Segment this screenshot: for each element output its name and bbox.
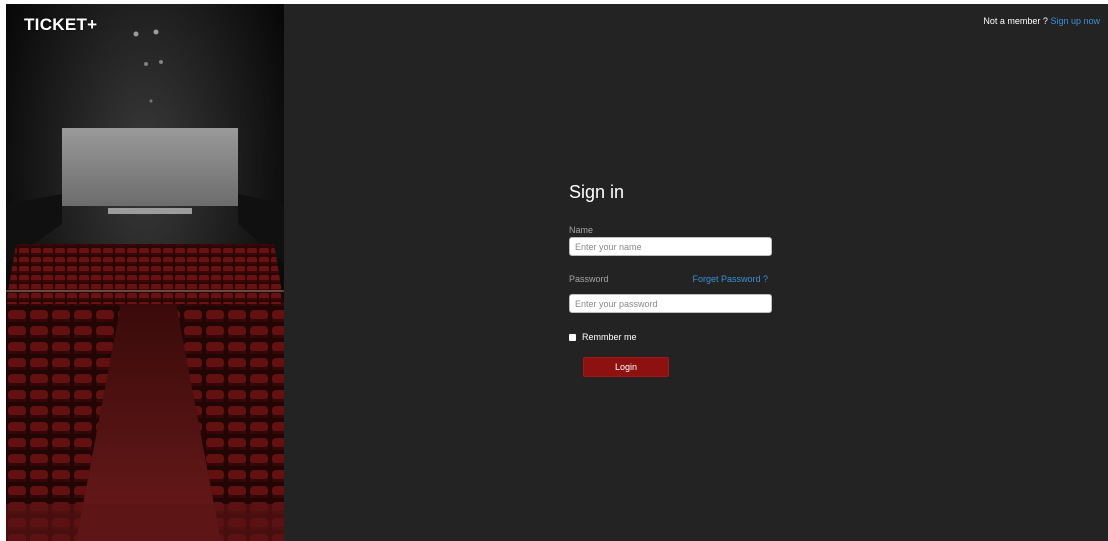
not-member-text: Not a member ? <box>983 16 1048 26</box>
brand-logo[interactable]: TICKET+ <box>24 15 97 35</box>
name-input[interactable] <box>569 237 772 256</box>
cinema-illustration <box>6 4 284 541</box>
cinema-hero-image: TICKET+ <box>6 4 284 541</box>
forget-password-link[interactable]: Forget Password ? <box>692 274 768 284</box>
signup-link[interactable]: Sign up now <box>1050 16 1100 26</box>
signup-prompt: Not a member ? Sign up now <box>983 16 1100 26</box>
password-row: Password Forget Password ? <box>569 274 772 286</box>
remember-label: Remmber me <box>582 332 637 342</box>
signin-title: Sign in <box>569 182 625 202</box>
signin-form: Sign in Name Password Forget Password ? … <box>569 182 772 377</box>
name-label: Name <box>569 225 594 235</box>
checkbox-icon[interactable] <box>569 333 576 341</box>
password-label: Password <box>569 274 609 284</box>
password-input[interactable] <box>569 294 772 313</box>
page: TICKET+ Not a member ? Sign up now Sign … <box>6 4 1108 541</box>
remember-me[interactable]: Remmber me <box>569 332 637 342</box>
login-button[interactable]: Login <box>583 357 669 377</box>
